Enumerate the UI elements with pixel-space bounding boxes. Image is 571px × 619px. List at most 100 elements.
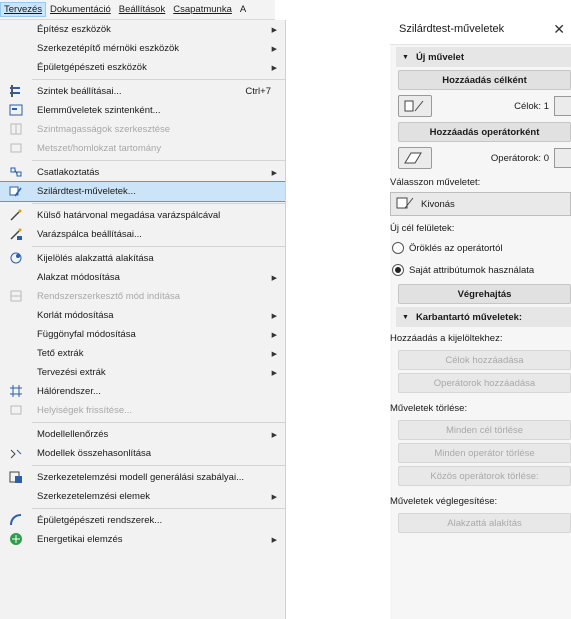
own-attributes-radio[interactable]: Saját attribútumok használata (390, 259, 571, 281)
energy-icon (9, 532, 23, 546)
element-ops-icon (9, 103, 23, 117)
delete-operations-label: Műveletek törlése: (390, 402, 468, 414)
story-height-icon (9, 122, 23, 136)
menu-item-epitesz-eszkozok[interactable]: Építész eszközök ▶ (0, 20, 285, 39)
morph-icon (9, 251, 23, 265)
menu-dokumentacio[interactable]: Dokumentáció (46, 4, 115, 15)
menu-item-szilardtest-muveletek[interactable]: Szilárdtest-műveletek... (0, 181, 285, 202)
submenu-arrow-icon: ▶ (271, 369, 277, 377)
menu-item-rendszerszerkeszto[interactable]: Rendszerszerkesztő mód indítása (0, 287, 285, 306)
connect-icon (9, 165, 23, 179)
menu-item-szerkezetelemzesi-elemek[interactable]: Szerkezetelemzési elemek ▶ (0, 487, 285, 506)
targets-row: Célok: 1 (398, 93, 571, 119)
menu-beallitasok[interactable]: Beállítások (115, 4, 169, 15)
delete-all-targets-button[interactable]: Minden cél törlése (398, 420, 571, 440)
menu-item-korlat-modositasa[interactable]: Korlát módosítása ▶ (0, 306, 285, 325)
operator-side-icon[interactable] (554, 148, 571, 168)
convert-to-morph-button[interactable]: Alakzattá alakítás (398, 513, 571, 533)
zones-update-icon (9, 403, 23, 417)
menu-item-szerkezetelemzesi-szabalyok[interactable]: Szerkezetelemzési modell generálási szab… (0, 468, 285, 487)
menu-item-modellellenorzes[interactable]: Modellellenőrzés ▶ (0, 425, 285, 444)
menu-item-teto-extrak[interactable]: Tető extrák ▶ (0, 344, 285, 363)
add-operators-button[interactable]: Operátorok hozzáadása (398, 373, 571, 393)
new-operation-header[interactable]: ▼ Új művelet (396, 47, 571, 67)
submenu-arrow-icon: ▶ (271, 350, 277, 358)
targets-count: Célok: 1 (514, 100, 549, 112)
section-range-icon (9, 141, 23, 155)
solid-ops-icon (9, 184, 23, 198)
delete-shared-operators-button[interactable]: Közös operátorok törlése: (398, 466, 571, 486)
new-target-surfaces-label: Új cél felületek: (390, 222, 455, 234)
magic-wand-settings-icon (9, 227, 23, 241)
menu-item-epuletgepeszeti-rendszerek[interactable]: Épületgépészeti rendszerek... (0, 511, 285, 530)
menu-separator (32, 465, 285, 466)
menu-item-szintek-beallitasai[interactable]: Szintek beállításai... Ctrl+7 (0, 82, 285, 101)
menu-item-halorendszer[interactable]: Hálórendszer... (0, 382, 285, 401)
menu-item-szerkezetepito-eszkozok[interactable]: Szerkezetépítő mérnöki eszközök ▶ (0, 39, 285, 58)
target-box-icon[interactable] (398, 95, 432, 117)
solid-operations-panel: Szilárdtest-műveletek ✕ ▼ Új művelet Hoz… (390, 14, 571, 619)
execute-button[interactable]: Végrehajtás (398, 284, 571, 304)
operation-select[interactable]: Kivonás (390, 192, 571, 216)
menu-item-modellek-osszehasonlitasa[interactable]: Modellek összehasonlítása (0, 444, 285, 463)
menu-item-energetikai-elemzes[interactable]: Energetikai elemzés ▶ (0, 530, 285, 549)
grid-system-icon (9, 384, 23, 398)
add-as-operator-button[interactable]: Hozzáadás operátorként (398, 122, 571, 142)
radio-off-icon (392, 242, 404, 254)
menu-separator (32, 246, 285, 247)
menu-item-varazspalca-beallitasai[interactable]: Varázspálca beállításai... (0, 225, 285, 244)
menu-item-szintmagassagok[interactable]: Szintmagasságok szerkesztése (0, 120, 285, 139)
target-side-icon[interactable] (554, 96, 571, 116)
submenu-arrow-icon: ▶ (271, 536, 277, 544)
add-to-selection-label: Hozzáadás a kijelöltekhez: (390, 332, 503, 344)
menu-item-tervezesi-extrak[interactable]: Tervezési extrák ▶ (0, 363, 285, 382)
menu-item-epuletgepeszeti-eszkozok[interactable]: Épületgépészeti eszközök ▶ (0, 58, 285, 77)
operator-box-icon[interactable] (398, 147, 432, 169)
system-editor-icon (9, 289, 23, 303)
menu-item-alakzat-modositasa[interactable]: Alakzat módosítása ▶ (0, 268, 285, 287)
menu-separator (32, 79, 285, 80)
submenu-arrow-icon: ▶ (271, 26, 277, 34)
maintenance-header[interactable]: ▼ Karbantartó műveletek: (396, 307, 571, 327)
menu-item-metszet-tartomany[interactable]: Metszet/homlokzat tartomány (0, 139, 285, 158)
menu-item-fuggonyfal-modositasa[interactable]: Függönyfal módosítása ▶ (0, 325, 285, 344)
tervezes-dropdown-menu: Építész eszközök ▶ Szerkezetépítő mérnöki… (0, 20, 286, 619)
menu-more[interactable]: A (236, 4, 250, 15)
submenu-arrow-icon: ▶ (271, 493, 277, 501)
panel-title-bar: Szilárdtest-műveletek ✕ (390, 14, 571, 45)
add-targets-button[interactable]: Célok hozzáadása (398, 350, 571, 370)
menu-separator (32, 160, 285, 161)
levels-icon (9, 84, 23, 98)
add-as-target-button[interactable]: Hozzáadás célként (398, 70, 571, 90)
delete-all-operators-button[interactable]: Minden operátor törlése (398, 443, 571, 463)
menu-item-kijeloles-alakzatta[interactable]: Kijelölés alakzattá alakítása (0, 249, 285, 268)
operators-count: Operátorok: 0 (490, 152, 549, 164)
panel-title: Szilárdtest-műveletek (399, 23, 505, 35)
menu-item-kulso-hatarvonal[interactable]: Külső határvonal megadása varázspálcával (0, 206, 285, 225)
menu-separator (32, 203, 285, 204)
submenu-arrow-icon: ▶ (271, 431, 277, 439)
submenu-arrow-icon: ▶ (271, 45, 277, 53)
finalize-operations-label: Műveletek véglegesítése: (390, 495, 498, 507)
menu-csapatmunka[interactable]: Csapatmunka (169, 4, 236, 15)
submenu-arrow-icon: ▶ (271, 312, 277, 320)
menu-bar: Tervezés Dokumentáció Beállítások Csapat… (0, 0, 275, 20)
subtract-icon (395, 196, 417, 213)
menu-item-helyisegek-frissitese[interactable]: Helyiségek frissítése... (0, 401, 285, 420)
menu-item-csatlakoztatas[interactable]: Csatlakoztatás ▶ (0, 163, 285, 182)
operators-row: Operátorok: 0 (398, 145, 571, 171)
submenu-arrow-icon: ▶ (271, 169, 277, 177)
collapse-triangle-icon: ▼ (402, 53, 409, 61)
close-icon[interactable]: ✕ (553, 21, 565, 38)
compare-models-icon (9, 446, 23, 460)
structural-rules-icon (9, 470, 23, 484)
inherit-from-operator-radio[interactable]: Öröklés az operátortól (390, 237, 571, 259)
menu-tervezes[interactable]: Tervezés (0, 2, 47, 17)
menu-separator (32, 422, 285, 423)
choose-operation-label: Válasszon műveletet: (390, 176, 481, 188)
menu-item-elemmuveletek[interactable]: Elemműveletek szintenként... (0, 101, 285, 120)
submenu-arrow-icon: ▶ (271, 274, 277, 282)
menu-separator (32, 508, 285, 509)
submenu-arrow-icon: ▶ (271, 64, 277, 72)
mep-systems-icon (9, 513, 23, 527)
